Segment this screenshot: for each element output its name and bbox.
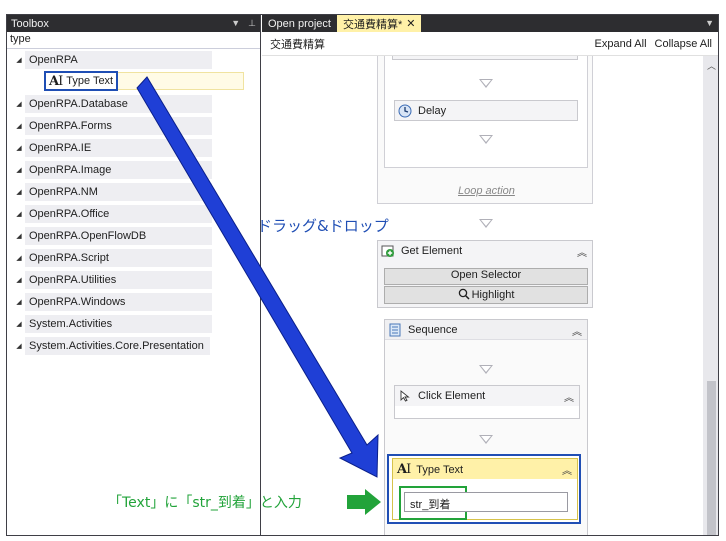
input-annotation: 「Text」に「str_到着」と入力 <box>108 495 302 511</box>
studio-window: Toolbox ▼ ⊥ type ◢ OpenRPA AI Type Text … <box>6 14 719 536</box>
input-arrow-icon <box>347 489 381 515</box>
drag-arrow-icon <box>136 76 379 478</box>
drag-drop-annotation: ドラッグ&ドロップ <box>257 217 389 235</box>
annotation-overlay <box>136 76 381 515</box>
